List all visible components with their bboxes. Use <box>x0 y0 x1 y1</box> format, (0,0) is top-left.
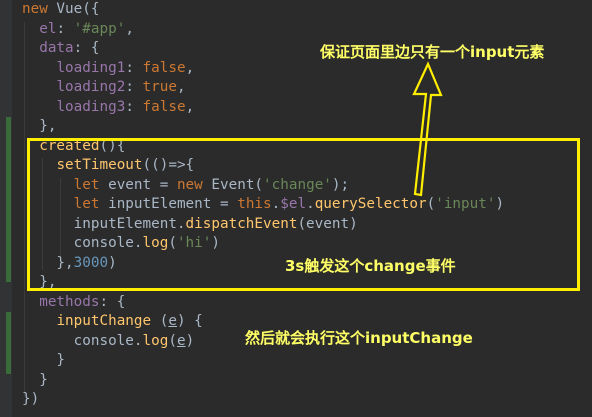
annotation-bottom: 然后就会执行这个inputChange <box>245 329 473 347</box>
code-editor[interactable]: new Vue({ el: '#app', data: { loading1: … <box>0 0 592 417</box>
annotation-middle: 3s触发这个change事件 <box>285 257 456 275</box>
annotation-top: 保证页面里边只有一个input元素 <box>320 43 545 61</box>
arrow-annotation <box>412 61 443 197</box>
